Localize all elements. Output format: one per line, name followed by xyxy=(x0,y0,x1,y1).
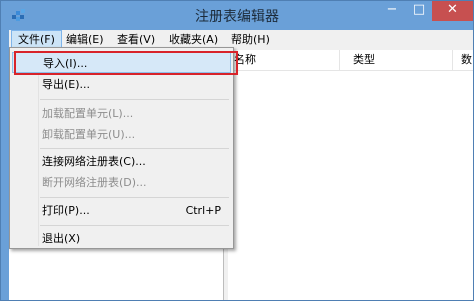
column-header-type[interactable]: 类型 xyxy=(341,50,453,70)
title-bar: 注册表编辑器 − □ ✕ xyxy=(1,1,473,29)
menu-item-label: 打印(P)... xyxy=(42,204,90,217)
menu-item-label: 加载配置单元(L)... xyxy=(42,107,134,120)
close-icon: ✕ xyxy=(447,2,458,17)
column-header-name[interactable]: 名称 xyxy=(228,50,340,70)
registry-editor-window: 注册表编辑器 − □ ✕ 文件(F) 编辑(E) 查看(V) 收藏夹(A) 帮助… xyxy=(0,0,474,301)
menu-item-exit[interactable]: 退出(X) xyxy=(12,228,231,249)
menu-item-unload-hive[interactable]: 卸载配置单元(U)... xyxy=(12,124,231,145)
menu-item-import[interactable]: 导入(I)... xyxy=(12,52,231,73)
value-list-pane[interactable]: 名称 类型 数 xyxy=(228,50,473,300)
menu-item-label: 退出(X) xyxy=(42,232,81,245)
menu-item-print[interactable]: 打印(P)... Ctrl+P xyxy=(12,200,231,221)
menu-item-label: 导入(I)... xyxy=(43,57,88,70)
column-header-data[interactable]: 数 xyxy=(461,50,473,70)
maximize-icon: □ xyxy=(412,2,426,17)
menu-separator xyxy=(40,99,229,100)
file-menu-dropdown: 导入(I)... 导出(E)... 加载配置单元(L)... 卸载配置单元(U)… xyxy=(9,47,238,249)
menu-separator xyxy=(40,148,229,149)
menu-item-export[interactable]: 导出(E)... xyxy=(12,74,231,95)
maximize-button[interactable]: □ xyxy=(406,1,432,21)
menu-item-load-hive[interactable]: 加载配置单元(L)... xyxy=(12,103,231,124)
close-button[interactable]: ✕ xyxy=(432,1,473,21)
menu-item-connect-network-registry[interactable]: 连接网络注册表(C)... xyxy=(12,151,231,172)
list-header: 名称 类型 数 xyxy=(228,50,473,71)
minimize-button[interactable]: − xyxy=(378,1,406,21)
menu-separator xyxy=(40,225,229,226)
menu-item-disconnect-network-registry[interactable]: 断开网络注册表(D)... xyxy=(12,172,231,193)
menu-item-label: 卸载配置单元(U)... xyxy=(42,128,136,141)
menu-item-label: 断开网络注册表(D)... xyxy=(42,176,147,189)
menu-item-label: 连接网络注册表(C)... xyxy=(42,155,146,168)
menu-item-label: 导出(E)... xyxy=(42,78,91,91)
menu-separator xyxy=(40,197,229,198)
menu-item-shortcut: Ctrl+P xyxy=(185,204,221,217)
minimize-icon: − xyxy=(386,2,398,17)
